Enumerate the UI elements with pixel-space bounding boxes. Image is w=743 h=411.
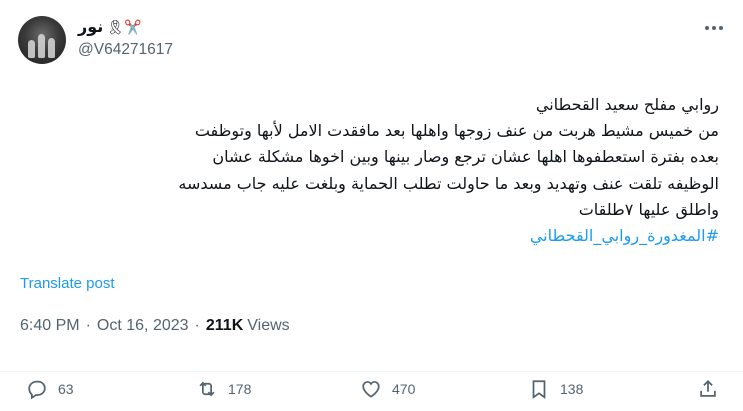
tweet-line: واطلق عليها ٧طلقات <box>578 199 719 219</box>
repost-icon <box>199 381 215 397</box>
reply-button[interactable]: 63 <box>26 378 74 400</box>
separator-dot: · <box>194 317 200 334</box>
bookmark-button[interactable]: 138 <box>528 378 583 400</box>
name-emojis: 🎗✂️ <box>106 20 142 36</box>
repost-button[interactable]: 178 <box>196 378 251 400</box>
tweet-line: روابي مفلح سعيد القحطاني <box>535 95 719 114</box>
tweet-metadata: 6:40 PM · Oct 16, 2023 · 211K Views <box>20 317 290 335</box>
views-label: Views <box>247 317 290 334</box>
tweet-line: الوظيفه تلقت عنف وتهديد وبعد ما حاولت تط… <box>178 173 719 193</box>
share-icon <box>700 379 716 397</box>
separator-dot: · <box>85 317 91 334</box>
share-button[interactable] <box>697 378 719 400</box>
action-bar: 63 178 470 138 <box>0 371 743 407</box>
like-button[interactable]: 470 <box>360 378 415 400</box>
display-name-text[interactable]: نور <box>78 18 103 38</box>
translate-post-link[interactable]: Translate post <box>20 275 115 292</box>
tweet-line: بعده بفترة استعطفوها اهلها عشان ترجع وصا… <box>212 147 719 167</box>
user-info: نور 🎗✂️ @V64271617 <box>78 18 173 60</box>
tweet-time[interactable]: 6:40 PM <box>20 317 80 335</box>
tweet-date[interactable]: Oct 16, 2023 <box>97 317 189 335</box>
avatar-figure <box>48 38 55 58</box>
display-name[interactable]: نور 🎗✂️ <box>78 18 173 38</box>
repost-count: 178 <box>228 381 252 397</box>
reply-icon <box>28 380 46 400</box>
tweet-line: من خميس مشيط هربت من عنف زوجها واهلها بع… <box>194 121 719 141</box>
like-count: 470 <box>392 381 416 397</box>
tweet-text: روابي مفلح سعيد القحطاني من خميس مشيط هر… <box>19 92 719 249</box>
more-options-icon[interactable] <box>705 26 723 30</box>
avatar-figure <box>28 40 35 58</box>
reply-count: 63 <box>58 381 74 397</box>
bookmark-icon <box>532 380 546 399</box>
user-handle[interactable]: @V64271617 <box>78 40 173 60</box>
views-count: 211K <box>205 317 244 334</box>
bookmark-count: 138 <box>560 381 584 397</box>
hashtag-link[interactable]: #المغدورة_روابي_القحطاني <box>19 223 719 249</box>
heart-icon <box>362 381 380 398</box>
avatar[interactable] <box>18 16 66 64</box>
avatar-figure <box>38 34 45 58</box>
